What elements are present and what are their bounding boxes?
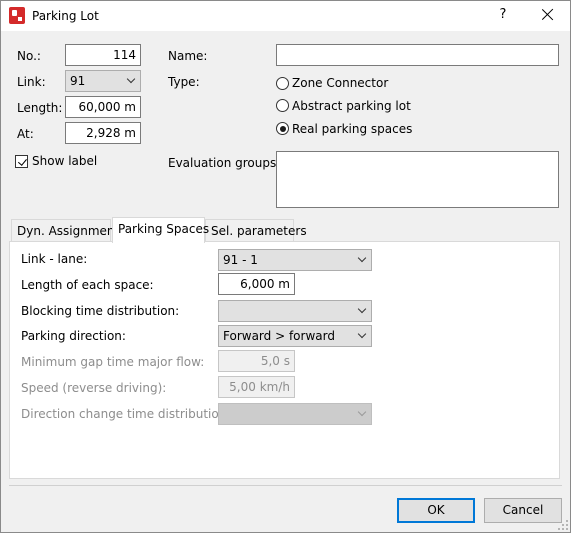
parking-direction-value: Forward > forward xyxy=(223,329,335,343)
link-dropdown[interactable]: 91 xyxy=(65,70,141,92)
show-label-text: Show label xyxy=(32,154,98,168)
direction-change-label: Direction change time distribution: xyxy=(21,407,231,421)
close-icon[interactable] xyxy=(539,5,557,25)
speed-reverse-field: 5,00 km/h xyxy=(218,376,295,398)
type-option-zone-connector: Zone Connector xyxy=(292,76,389,90)
speed-reverse-label: Speed (reverse driving): xyxy=(21,381,167,395)
type-option-real-parking-spaces: Real parking spaces xyxy=(292,122,413,136)
chevron-down-icon xyxy=(357,329,367,339)
length-label: Length: xyxy=(17,101,63,115)
type-label: Type: xyxy=(168,75,200,89)
tab-parking-spaces[interactable]: Parking Spaces xyxy=(112,217,209,243)
no-field[interactable]: 114 xyxy=(65,44,141,66)
evaluation-groups-label: Evaluation groups: xyxy=(168,156,281,170)
type-option-abstract-parking-lot: Abstract parking lot xyxy=(292,99,411,113)
parking-direction-label: Parking direction: xyxy=(21,329,126,343)
parking-lot-app-icon xyxy=(9,7,25,24)
at-label: At: xyxy=(17,127,34,141)
length-each-space-label: Length of each space: xyxy=(21,278,154,292)
title-bar: Parking Lot ? xyxy=(1,1,570,31)
length-field[interactable]: 60,000 m xyxy=(65,96,141,118)
at-field[interactable]: 2,928 m xyxy=(65,122,141,144)
link-label: Link: xyxy=(17,75,46,89)
ok-button[interactable]: OK xyxy=(397,498,475,523)
chevron-down-icon xyxy=(357,407,367,417)
parking-direction-dropdown[interactable]: Forward > forward xyxy=(218,325,372,347)
parking-lot-dialog: Parking Lot ? No.: 114 Link: 91 Length: … xyxy=(0,0,571,533)
cancel-button[interactable]: Cancel xyxy=(484,498,562,523)
type-radio-real-parking-spaces[interactable] xyxy=(276,122,289,135)
chevron-down-icon xyxy=(126,74,136,84)
link-dropdown-value: 91 xyxy=(70,74,86,88)
divider xyxy=(9,485,562,486)
direction-change-dropdown xyxy=(218,403,372,425)
no-label: No.: xyxy=(17,49,41,63)
chevron-down-icon xyxy=(357,253,367,263)
type-radio-abstract-parking-lot[interactable] xyxy=(276,99,289,112)
blocking-time-dropdown[interactable] xyxy=(218,300,372,322)
type-radio-zone-connector[interactable] xyxy=(276,77,289,90)
link-lane-value: 91 - 1 xyxy=(223,253,258,267)
chevron-down-icon xyxy=(357,304,367,314)
window-title: Parking Lot xyxy=(32,9,99,23)
link-lane-label: Link - lane: xyxy=(21,252,88,266)
link-lane-dropdown[interactable]: 91 - 1 xyxy=(218,249,372,271)
tab-dyn-assignment[interactable]: Dyn. Assignment xyxy=(11,219,119,241)
length-each-space-field[interactable]: 6,000 m xyxy=(218,273,295,295)
min-gap-time-label: Minimum gap time major flow: xyxy=(21,355,205,369)
min-gap-time-field: 5,0 s xyxy=(218,350,295,372)
blocking-time-label: Blocking time distribution: xyxy=(21,304,180,318)
resize-grip-icon[interactable] xyxy=(558,520,568,530)
show-label-checkbox[interactable] xyxy=(15,155,28,168)
name-label: Name: xyxy=(168,49,208,63)
evaluation-groups-box[interactable] xyxy=(276,151,559,208)
help-button[interactable]: ? xyxy=(495,7,511,22)
tab-sel-parameters[interactable]: Sel. parameters xyxy=(205,219,307,241)
parking-spaces-panel: Link - lane: 91 - 1 Length of each space… xyxy=(9,241,560,479)
name-field[interactable] xyxy=(276,44,559,66)
